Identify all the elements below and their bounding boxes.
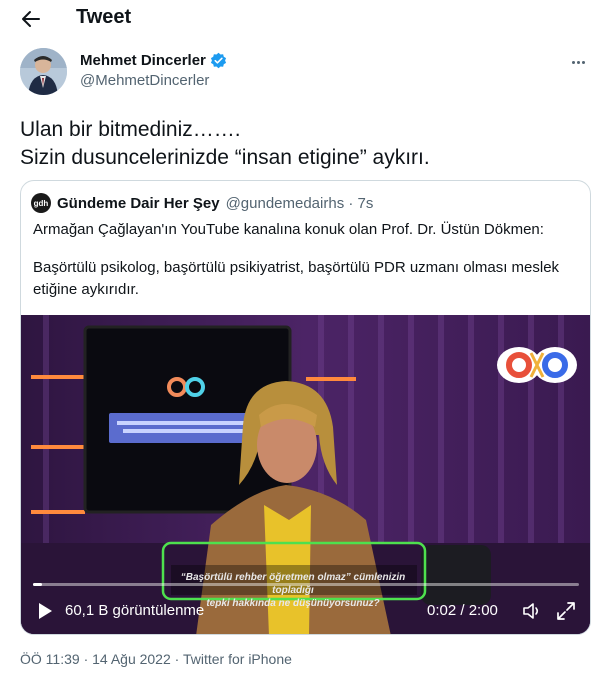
tweet-source[interactable]: Twitter for iPhone — [183, 651, 292, 667]
quoted-text-paragraph: Armağan Çağlayan'ın YouTube kanalına kon… — [33, 221, 544, 238]
tweet-author: Mehmet Dincerler @MehmetDincerler — [20, 48, 590, 98]
avatar[interactable] — [20, 48, 67, 95]
quoted-tweet-text: Armağan Çağlayan'ın YouTube kanalına kon… — [33, 219, 581, 317]
subtitle-line: tepki hakkında ne düşünüyorsunuz? — [206, 598, 380, 609]
tweet-metadata: ÖÖ 11:39 · 14 Ağu 2022 · Twitter for iPh… — [20, 651, 292, 667]
verified-badge-icon — [210, 52, 226, 69]
author-handle[interactable]: @MehmetDincerler — [80, 72, 209, 89]
author-display-name[interactable]: Mehmet Dincerler — [80, 52, 206, 69]
arrow-left-icon — [22, 11, 40, 27]
more-options-button[interactable] — [566, 54, 590, 70]
video-view-count: 60,1 B görüntülenme — [65, 602, 205, 619]
tweet-text: Ulan bir bitmediniz……. Sizin dusunceleri… — [20, 116, 590, 172]
tweet-time: ÖÖ 11:39 — [20, 651, 80, 667]
fullscreen-icon[interactable] — [556, 601, 576, 621]
video-progress-fill — [33, 583, 43, 586]
tweet-text-line: Ulan bir bitmediniz……. — [20, 118, 241, 141]
back-button[interactable] — [18, 6, 44, 32]
video-subtitle: “Başörtülü rehber öğretmen olmaz” cümlen… — [173, 571, 413, 610]
page-title: Tweet — [76, 6, 132, 28]
volume-icon[interactable] — [521, 601, 543, 621]
play-icon[interactable] — [37, 602, 53, 620]
quoted-avatar[interactable]: gdh — [31, 193, 51, 213]
quoted-tweet[interactable]: gdh Gündeme Dair Her Şey @gundemedairhs … — [20, 180, 591, 635]
tweet-text-line: Sizin dusuncelerinizde “insan etigine” a… — [20, 146, 430, 169]
quoted-text-paragraph: Başörtülü psikolog, başörtülü psikiyatri… — [33, 259, 560, 298]
quoted-author-name: Gündeme Dair Her Şey — [57, 194, 220, 212]
video-player[interactable]: “Başörtülü rehber öğretmen olmaz” cümlen… — [21, 315, 590, 634]
video-time: 0:02 / 2:00 — [427, 602, 498, 619]
video-progress-bar[interactable] — [33, 583, 579, 586]
quoted-author-handle: @gundemedairhs · 7s — [225, 194, 374, 212]
page-header: Tweet — [0, 0, 604, 38]
tweet-date: 14 Ağu 2022 — [92, 651, 171, 667]
more-horizontal-icon — [571, 60, 575, 64]
